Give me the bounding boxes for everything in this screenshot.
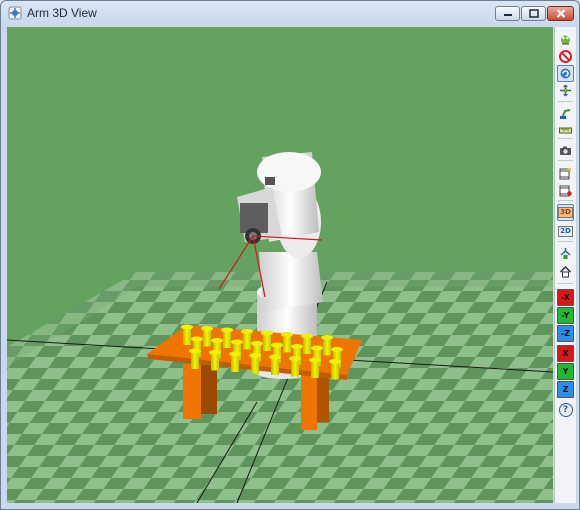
maximize-icon — [528, 9, 539, 18]
view-plus-z-button[interactable]: Z — [557, 381, 574, 398]
toolbar-separator — [558, 138, 573, 139]
toolbar-separator — [558, 283, 573, 284]
camera-icon — [559, 144, 572, 157]
robot-pose-button[interactable] — [557, 105, 574, 122]
move-view-icon — [559, 84, 572, 97]
3d-view-button[interactable]: 3D — [557, 204, 574, 221]
toolbar-separator — [558, 241, 573, 242]
film-record-button[interactable] — [557, 182, 574, 199]
window-title: Arm 3D View — [27, 6, 97, 20]
view-minus-x-button[interactable]: -X — [557, 289, 574, 306]
toolbar-separator — [558, 200, 573, 201]
no-entry-button[interactable] — [557, 48, 574, 65]
view-toolbar: 3D 2D -X -Y -Z X Y Z? — [554, 27, 576, 503]
app-icon — [8, 6, 22, 20]
minimize-button[interactable] — [495, 6, 520, 21]
view-minus-z-button[interactable]: -Z — [557, 325, 574, 342]
tree-home-button[interactable] — [557, 245, 574, 262]
toolbar-separator — [558, 101, 573, 102]
rotate-view-button[interactable] — [557, 65, 574, 82]
camera-button[interactable] — [557, 142, 574, 159]
2d-view-button[interactable]: 2D — [557, 223, 574, 240]
ruler-icon — [559, 124, 572, 137]
close-button[interactable] — [547, 6, 574, 21]
3d-viewport[interactable] — [7, 27, 553, 503]
tree-home-icon — [559, 247, 572, 260]
title-bar[interactable]: Arm 3D View — [1, 1, 579, 25]
move-view-button[interactable] — [557, 82, 574, 99]
home-button[interactable] — [557, 263, 574, 280]
frog-fit-button[interactable] — [557, 31, 574, 48]
no-entry-icon — [559, 50, 572, 63]
robot-pose-icon — [559, 107, 572, 120]
frog-fit-icon — [559, 33, 572, 46]
view-minus-y-button[interactable]: -Y — [557, 307, 574, 324]
toolbar-separator — [558, 160, 573, 161]
film-edit-icon — [559, 167, 572, 180]
home-icon — [559, 265, 572, 278]
film-record-icon — [559, 184, 572, 197]
3d-view-icon: 3D — [558, 207, 573, 218]
film-edit-button[interactable] — [557, 165, 574, 182]
app-window: Arm 3D View 3D 2D -X -Y -Z X Y Z ? — [0, 0, 580, 510]
view-plus-x-button[interactable]: X — [557, 345, 574, 362]
rotate-view-icon — [559, 67, 572, 80]
view-plus-y-button[interactable]: Y — [557, 363, 574, 380]
ruler-button[interactable] — [557, 122, 574, 139]
2d-view-icon: 2D — [558, 226, 573, 237]
close-icon — [556, 9, 565, 18]
help-icon: ? — [558, 402, 573, 417]
minimize-icon — [503, 13, 512, 16]
help-button[interactable]: ? — [557, 401, 574, 418]
maximize-button[interactable] — [521, 6, 546, 21]
